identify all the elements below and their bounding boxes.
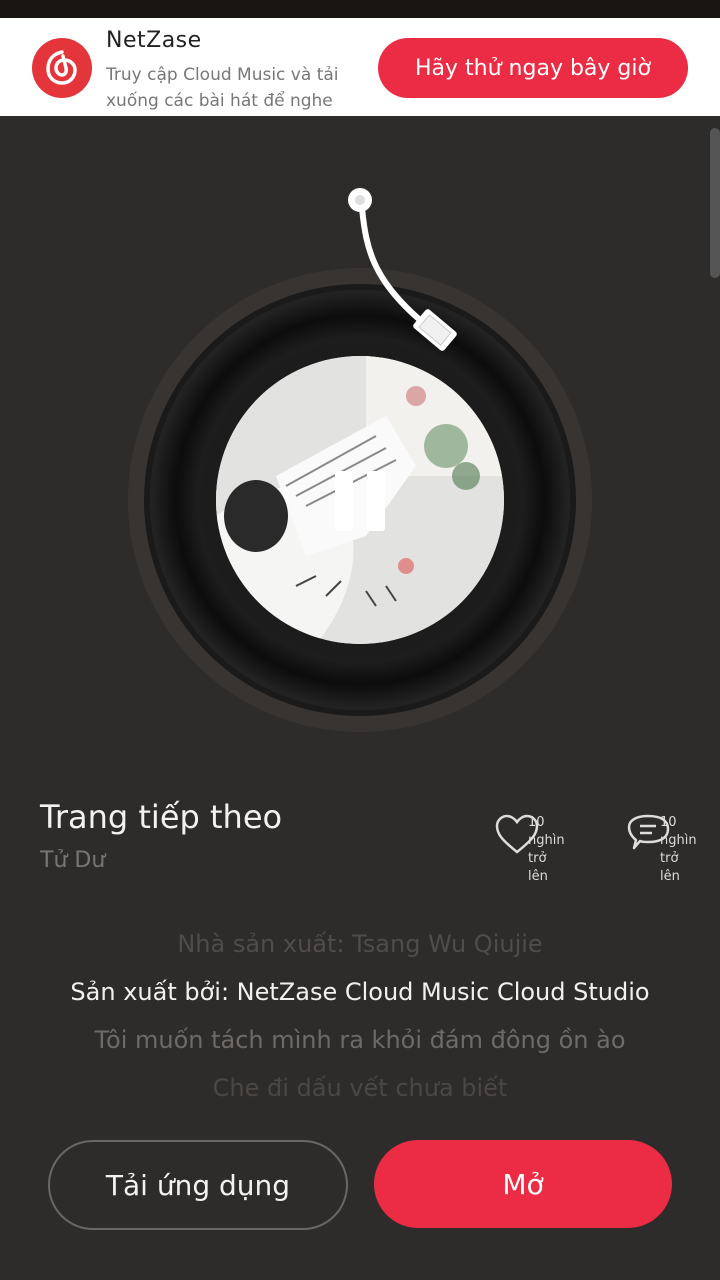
banner-app-name: NetZase	[106, 28, 202, 53]
lyric-line: Nhà sản xuất: Tsang Wu Qiujie	[177, 930, 543, 958]
scrollbar[interactable]	[710, 128, 720, 278]
comment-count: 10 nghìn trở lên	[660, 815, 697, 884]
like-count: 10 nghìn trở lên	[528, 815, 565, 884]
open-button[interactable]: Mở	[374, 1140, 672, 1228]
status-bar	[0, 0, 720, 18]
download-app-button[interactable]: Tải ứng dụng	[48, 1140, 348, 1230]
lyric-line: Che đi dấu vết chưa biết	[212, 1074, 508, 1102]
netease-music-logo-icon	[32, 38, 92, 98]
lyric-line-current: Sản xuất bởi: NetZase Cloud Music Cloud …	[70, 978, 650, 1006]
song-title: Trang tiếp theo	[40, 798, 283, 836]
pause-icon	[335, 471, 353, 531]
app-promo-banner: NetZase Truy cập Cloud Music và tải xuốn…	[0, 18, 720, 116]
comment-button[interactable]: 10 nghìn trở lên	[626, 812, 706, 892]
tonearm	[348, 188, 457, 351]
lyrics-panel: Nhà sản xuất: Tsang Wu Qiujie Sản xuất b…	[0, 920, 720, 1112]
lyric-line: Tôi muốn tách mình ra khỏi đám đông ồn à…	[94, 1026, 626, 1054]
like-button[interactable]: 10 nghìn trở lên	[494, 812, 574, 892]
artist-name[interactable]: Tử Dư	[40, 848, 105, 873]
pause-button[interactable]	[330, 470, 390, 532]
try-now-button[interactable]: Hãy thử ngay bây giờ	[378, 38, 688, 98]
banner-description: Truy cập Cloud Music và tải xuống các bà…	[106, 65, 339, 111]
